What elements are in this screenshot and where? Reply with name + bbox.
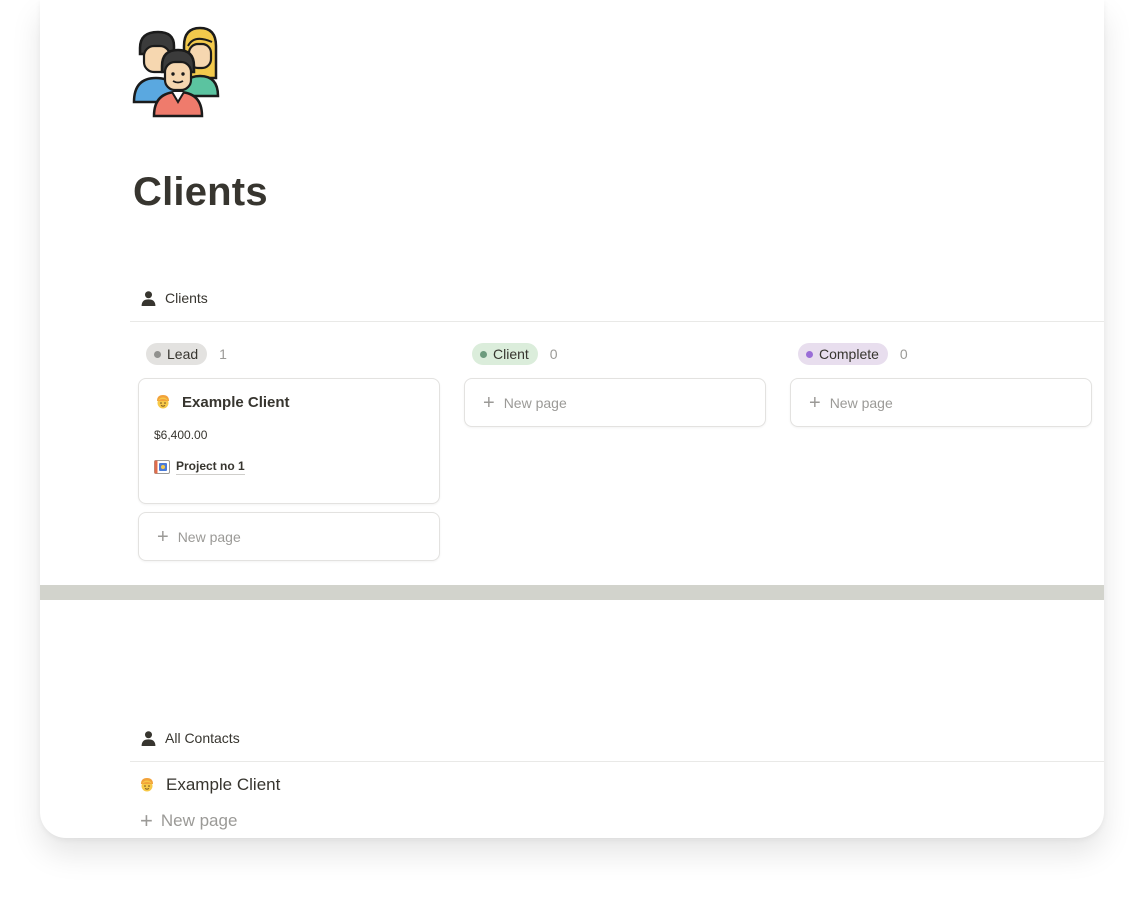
board-view-tab[interactable]: Clients xyxy=(140,287,208,309)
plus-icon: + xyxy=(140,808,153,833)
client-face-icon xyxy=(157,395,169,409)
new-page-label: New page xyxy=(503,394,567,411)
board-card[interactable]: Example Client $6,400.00 Project no 1 xyxy=(138,378,440,504)
new-page-label: New page xyxy=(160,811,238,830)
contacts-divider xyxy=(130,761,1104,762)
status-label: Lead xyxy=(167,346,199,362)
new-page-button[interactable]: + New page xyxy=(790,378,1092,427)
status-label: Complete xyxy=(819,346,879,362)
status-dot xyxy=(154,350,161,358)
board-column-complete: Complete 0 + New page xyxy=(790,342,1092,435)
column-count: 0 xyxy=(899,346,908,362)
plus-icon: + xyxy=(157,525,169,548)
plus-icon: + xyxy=(483,391,495,414)
list-item[interactable]: Example Client xyxy=(138,775,280,795)
column-header: Client 0 xyxy=(464,342,766,366)
status-dot xyxy=(480,350,487,358)
column-header: Complete 0 xyxy=(790,342,1092,366)
board-divider xyxy=(130,321,1104,322)
status-pill-lead[interactable]: Lead xyxy=(146,343,208,365)
page-title[interactable]: Clients xyxy=(133,170,268,215)
board-view-label: Clients xyxy=(165,290,208,306)
board-column-client: Client 0 + New page xyxy=(464,342,766,435)
project-page-icon xyxy=(154,460,170,474)
status-pill-client[interactable]: Client xyxy=(472,343,538,365)
contacts-view-label: All Contacts xyxy=(165,730,240,746)
board-column-lead: Lead 1 Example Client $6,400.00 Project … xyxy=(138,342,440,569)
new-page-label: New page xyxy=(177,528,241,545)
new-page-button[interactable]: + New page xyxy=(464,378,766,427)
status-dot xyxy=(806,350,813,358)
status-label: Client xyxy=(493,346,529,362)
notion-page: Clients Clients Lead 1 Example Client $6… xyxy=(40,0,1104,838)
card-relation[interactable]: Project no 1 xyxy=(154,459,425,475)
column-count: 1 xyxy=(219,346,227,362)
column-count: 0 xyxy=(549,346,558,362)
card-title: Example Client xyxy=(182,393,290,411)
person-icon xyxy=(141,730,156,746)
list-item-title: Example Client xyxy=(166,775,281,794)
contacts-view-tab[interactable]: All Contacts xyxy=(140,727,240,749)
client-face-icon xyxy=(141,778,153,792)
status-pill-complete[interactable]: Complete xyxy=(798,343,888,365)
person-icon xyxy=(141,290,156,306)
people-group-icon[interactable] xyxy=(132,26,226,118)
new-page-button[interactable]: + New page xyxy=(140,810,237,832)
new-page-label: New page xyxy=(829,394,893,411)
section-divider-band xyxy=(40,585,1104,600)
plus-icon: + xyxy=(809,391,821,414)
column-header: Lead 1 xyxy=(138,342,440,366)
new-page-button[interactable]: + New page xyxy=(138,512,440,561)
relation-label: Project no 1 xyxy=(176,459,245,475)
card-amount: $6,400.00 xyxy=(154,428,208,442)
